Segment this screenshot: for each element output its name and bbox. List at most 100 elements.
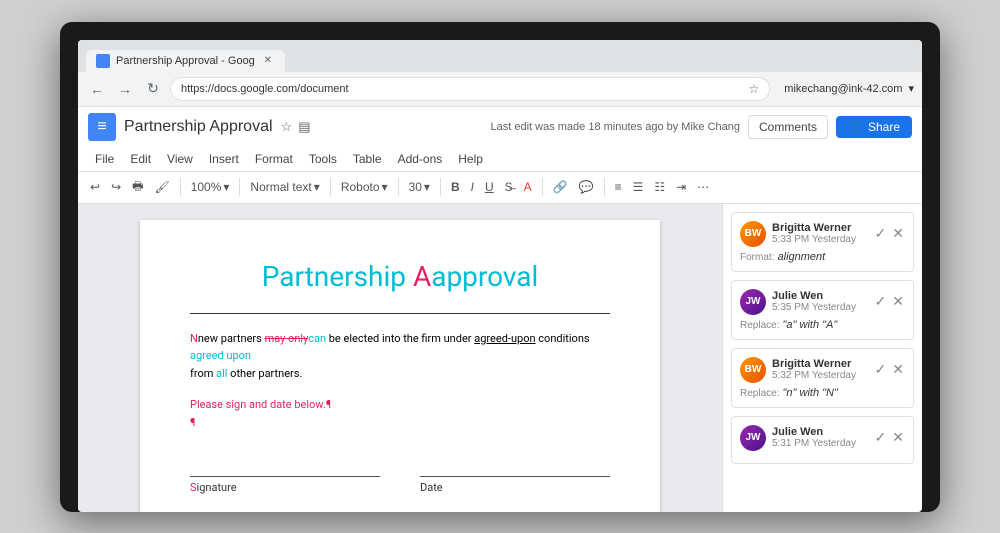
approve-comment-3[interactable]: ✓	[874, 360, 888, 379]
comment-header-2: JW Julie Wen 5:35 PM Yesterday ✓ ✕	[740, 289, 905, 315]
forward-button[interactable]: →	[114, 78, 136, 100]
comment-value-1: alignment	[778, 251, 826, 263]
comment-card-3: BW Brigitta Werner 5:32 PM Yesterday ✓ ✕…	[731, 348, 914, 408]
menu-file[interactable]: File	[88, 149, 121, 169]
toolbar-divider-1	[180, 178, 181, 196]
link-button[interactable]: 🔗	[549, 178, 572, 196]
tab-bar: Partnership Approval - Goog ✕	[78, 40, 922, 72]
sign-pilcrow: ¶	[190, 414, 610, 432]
docs-icon-symbol: ≡	[97, 118, 106, 136]
comment-button[interactable]: 💬	[575, 178, 598, 196]
address-text: https://docs.google.com/document	[181, 83, 749, 95]
browser-chrome: Partnership Approval - Goog ✕ ← → ↻ http…	[78, 40, 922, 107]
comment-label-1: Format:	[740, 252, 774, 263]
sign-section: Signature Date	[190, 455, 610, 511]
comment-body-2: Replace: "a" with "A"	[740, 319, 905, 331]
comment-author-1: Brigitta Werner	[772, 222, 868, 234]
print-button[interactable]: 🖶	[128, 175, 147, 200]
menu-addons[interactable]: Add-ons	[391, 149, 450, 169]
close-comment-2[interactable]: ✕	[891, 292, 905, 311]
undo-button[interactable]: ↩	[86, 178, 104, 196]
menu-view[interactable]: View	[160, 149, 200, 169]
last-edit-text: Last edit was made 18 minutes ago by Mik…	[491, 121, 740, 133]
close-comment-3[interactable]: ✕	[891, 360, 905, 379]
close-comment-4[interactable]: ✕	[891, 428, 905, 447]
strikethrough-button[interactable]: S̶	[501, 178, 517, 196]
bookmark-icon[interactable]: ☆	[749, 82, 760, 96]
close-comment-1[interactable]: ✕	[891, 224, 905, 243]
paint-format-button[interactable]: 🖌	[150, 178, 173, 196]
text-color-button[interactable]: A	[520, 178, 536, 196]
font-select[interactable]: Roboto ▾	[337, 178, 392, 196]
indent-button[interactable]: ⇥	[672, 178, 690, 196]
document-area[interactable]: Partnership Aapproval Nnew partners may …	[78, 204, 722, 512]
bold-button[interactable]: B	[447, 178, 464, 196]
tab-close-button[interactable]: ✕	[261, 54, 275, 68]
back-button[interactable]: ←	[86, 78, 108, 100]
doc-title: Partnership Aapproval	[190, 260, 610, 293]
menu-table[interactable]: Table	[346, 149, 389, 169]
align-left-button[interactable]: ≡	[611, 178, 626, 196]
date-line-1	[420, 455, 610, 477]
approve-comment-4[interactable]: ✓	[874, 428, 888, 447]
italic-button[interactable]: I	[467, 178, 478, 196]
font-size[interactable]: 30 ▾	[405, 178, 434, 196]
underline-button[interactable]: U	[481, 178, 498, 196]
signature-line-1	[190, 455, 380, 477]
menu-edit[interactable]: Edit	[123, 149, 158, 169]
star-icon[interactable]: ☆	[281, 119, 293, 135]
document-page: Partnership Aapproval Nnew partners may …	[140, 220, 660, 512]
comment-actions-1: ✓ ✕	[874, 224, 905, 243]
address-bar-row: ← → ↻ https://docs.google.com/document ☆…	[78, 72, 922, 107]
date-label-1: Date	[420, 481, 610, 494]
corrected-n: N	[190, 332, 198, 345]
comment-label-3: Replace:	[740, 388, 779, 399]
menu-tools[interactable]: Tools	[302, 149, 344, 169]
comment-value-3: "n" with "N"	[783, 387, 838, 399]
comment-time-4: 5:31 PM Yesterday	[772, 438, 868, 449]
zoom-control[interactable]: 100% ▾	[187, 178, 234, 196]
style-select[interactable]: Normal text ▾	[246, 178, 323, 196]
document-title[interactable]: Partnership Approval	[124, 118, 273, 136]
comment-card-4: JW Julie Wen 5:31 PM Yesterday ✓ ✕	[731, 416, 914, 464]
menu-help[interactable]: Help	[451, 149, 490, 169]
approve-comment-2[interactable]: ✓	[874, 292, 888, 311]
doc-title-suffix: approval	[431, 260, 538, 293]
align-center-button[interactable]: ☰	[629, 178, 648, 196]
comments-button[interactable]: Comments	[748, 115, 828, 139]
comment-time-1: 5:33 PM Yesterday	[772, 234, 868, 245]
body-paragraph-1-cont: from all other partners.	[190, 365, 610, 383]
user-dropdown-icon[interactable]: ▾	[908, 82, 914, 95]
toolbar-divider-4	[398, 178, 399, 196]
redo-button[interactable]: ↪	[107, 178, 125, 196]
refresh-button[interactable]: ↻	[142, 78, 164, 100]
share-button[interactable]: 👤 Share	[836, 116, 912, 138]
more-button[interactable]: ⋯	[693, 178, 713, 196]
menu-format[interactable]: Format	[248, 149, 300, 169]
doc-title-prefix: Partnership	[262, 260, 413, 293]
body-paragraph-1: Nnew partners may onlycan be elected int…	[190, 330, 610, 365]
address-bar[interactable]: https://docs.google.com/document ☆	[170, 77, 770, 101]
toolbar-divider-5	[440, 178, 441, 196]
comment-author-2: Julie Wen	[772, 290, 868, 302]
approve-comment-1[interactable]: ✓	[874, 224, 888, 243]
user-email: mikechang@ink-42.com	[784, 83, 902, 95]
comment-time-3: 5:32 PM Yesterday	[772, 370, 868, 381]
toolbar: ↩ ↪ 🖶 🖌 100% ▾ Normal text ▾ Roboto ▾ 30…	[78, 171, 922, 203]
comment-card-1: BW Brigitta Werner 5:33 PM Yesterday ✓ ✕…	[731, 212, 914, 272]
browser-tab[interactable]: Partnership Approval - Goog ✕	[86, 50, 285, 72]
comment-actions-3: ✓ ✕	[874, 360, 905, 379]
comment-body-3: Replace: "n" with "N"	[740, 387, 905, 399]
strikethrough-mayonly: may only	[265, 332, 309, 345]
tab-title: Partnership Approval - Goog	[116, 55, 255, 67]
comment-header-3: BW Brigitta Werner 5:32 PM Yesterday ✓ ✕	[740, 357, 905, 383]
sign-please: Please sign and date below.¶	[190, 396, 610, 414]
comment-header-4: JW Julie Wen 5:31 PM Yesterday ✓ ✕	[740, 425, 905, 451]
docs-app-icon: ≡	[88, 113, 116, 141]
folder-icon[interactable]: ▤	[298, 119, 310, 135]
list-button[interactable]: ☷	[650, 178, 669, 196]
comment-time-2: 5:35 PM Yesterday	[772, 302, 868, 313]
signature-field-1: Signature	[190, 455, 380, 494]
sign-row-1: Signature Date	[190, 455, 610, 494]
menu-insert[interactable]: Insert	[202, 149, 246, 169]
